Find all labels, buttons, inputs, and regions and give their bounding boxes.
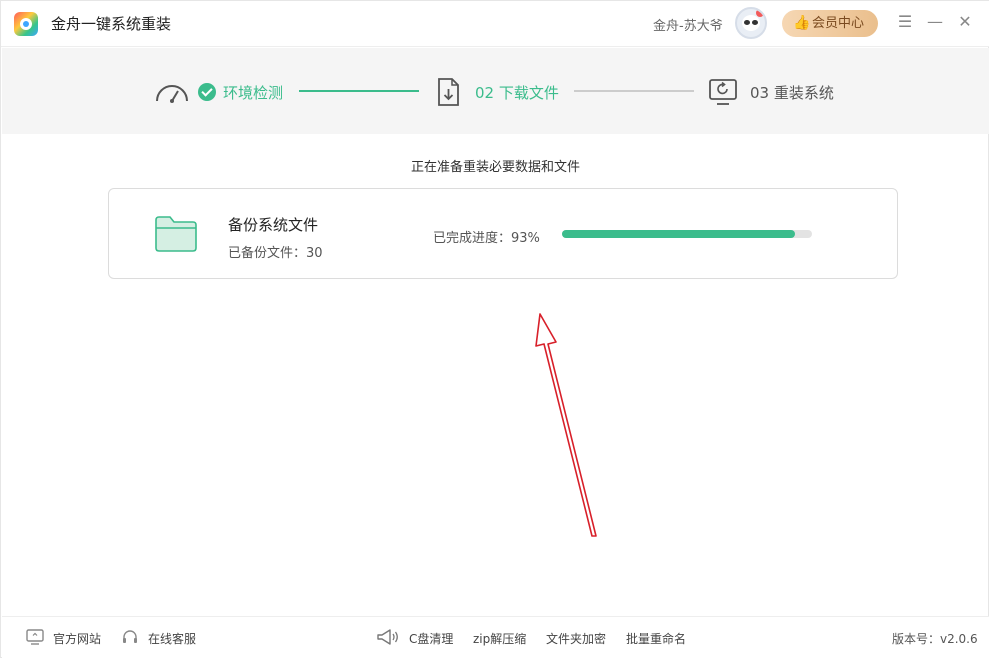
close-icon[interactable]: ✕ [956, 13, 974, 31]
backed-up-count: 已备份文件：30 [228, 246, 323, 261]
megaphone-icon [377, 629, 398, 645]
app-logo-icon [14, 12, 38, 36]
website-icon [26, 629, 44, 645]
progress-label: 已完成进度：93% [433, 231, 540, 246]
version-label: 版本号：v2.0.6 [892, 632, 978, 646]
tool-zip-extract[interactable]: zip解压缩 [473, 630, 526, 647]
status-text: 正在准备重装必要数据和文件 [410, 160, 580, 175]
footer: 官方网站 在线客服 C盘清理 zip解压缩 文件夹加密 批量重命名 版本号：v2… [2, 616, 989, 658]
menu-icon[interactable]: ☰ [896, 13, 914, 31]
thumbs-up-icon: 👍 [793, 15, 811, 31]
user-name[interactable]: 金舟-苏大爷 [653, 15, 723, 34]
step-env-check: 环境检测 [223, 84, 284, 102]
folder-icon [155, 216, 197, 252]
headset-icon [123, 630, 137, 643]
progress-bar-fill [562, 230, 795, 238]
step-connector-pending [574, 90, 694, 92]
tool-batch-rename[interactable]: 批量重命名 [626, 630, 686, 647]
official-site-link[interactable]: 官方网站 [53, 630, 101, 647]
step-download-files: 02 下载文件 [475, 84, 559, 102]
task-card: 备份系统文件 已备份文件：30 已完成进度：93% [108, 188, 898, 279]
step-connector-done [299, 90, 419, 92]
vip-center-button[interactable]: 👍 会员中心 [782, 10, 878, 37]
app-window: 金舟一键系统重装 金舟-苏大爷 👍 会员中心 ☰ — ✕ 环境检测 02 下载文… [0, 0, 989, 658]
app-title: 金舟一键系统重装 [51, 15, 172, 33]
steps-bar: 环境检测 02 下载文件 03 重装系统 [2, 48, 989, 134]
tool-c-drive-cleanup[interactable]: C盘清理 [409, 630, 453, 647]
download-file-icon [438, 78, 459, 106]
step-reinstall-system: 03 重装系统 [750, 84, 834, 102]
minimize-icon[interactable]: — [926, 13, 944, 31]
check-circle-icon [198, 83, 216, 101]
monitor-refresh-icon [709, 79, 737, 105]
tool-folder-encrypt[interactable]: 文件夹加密 [546, 630, 606, 647]
online-service-link[interactable]: 在线客服 [148, 630, 196, 647]
vip-center-label: 会员中心 [812, 16, 865, 31]
progress-bar [562, 230, 812, 238]
title-bar: 金舟一键系统重装 金舟-苏大爷 👍 会员中心 ☰ — ✕ [1, 1, 989, 47]
annotation-arrow-icon [535, 313, 597, 537]
avatar[interactable] [735, 7, 767, 39]
task-title: 备份系统文件 [228, 216, 319, 234]
gauge-icon [156, 85, 188, 103]
